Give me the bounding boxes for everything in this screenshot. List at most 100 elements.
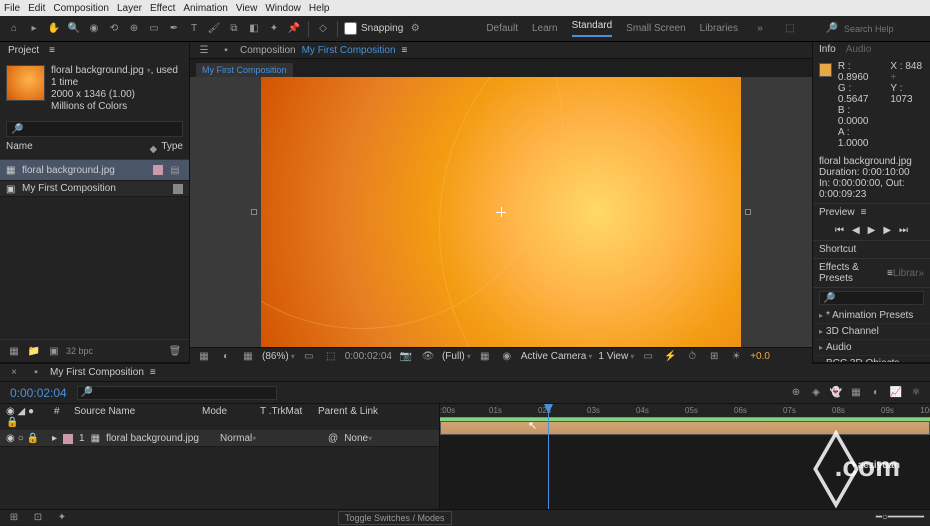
motion-blur-icon[interactable]: ◐ bbox=[868, 385, 884, 401]
label-swatch[interactable] bbox=[173, 184, 183, 194]
audio-tab[interactable]: Audio bbox=[846, 44, 872, 55]
comp-marker-icon[interactable]: ▪ bbox=[218, 42, 234, 58]
col-type[interactable]: Type bbox=[161, 141, 183, 157]
eraser-tool-icon[interactable]: ◧ bbox=[246, 21, 262, 37]
timeline-timecode[interactable]: 0:00:02:04 bbox=[0, 386, 77, 400]
info-tab[interactable]: Info bbox=[819, 44, 836, 55]
playhead[interactable] bbox=[548, 404, 549, 509]
brainstorm2-icon[interactable]: ✦ bbox=[54, 510, 70, 526]
pixel-aspect-icon[interactable]: ▭ bbox=[640, 348, 656, 364]
blend-mode-menu[interactable]: Normal ▾ bbox=[220, 433, 266, 444]
timeline-icon[interactable]: ⏱ bbox=[684, 348, 700, 364]
snapshot-icon[interactable]: 📷 bbox=[398, 348, 414, 364]
clone-tool-icon[interactable]: ⧉ bbox=[226, 21, 242, 37]
active-comp-tab[interactable]: My First Composition bbox=[196, 63, 293, 77]
toggle-switches-button[interactable]: Toggle Switches / Modes bbox=[338, 511, 452, 525]
workspace-libraries[interactable]: Libraries bbox=[700, 23, 738, 34]
menu-file[interactable]: File bbox=[4, 3, 20, 14]
workspace-small[interactable]: Small Screen bbox=[626, 23, 685, 34]
menu-view[interactable]: View bbox=[236, 3, 258, 14]
project-item[interactable]: ▦ floral background.jpg ▤ bbox=[0, 160, 189, 181]
timeline-track-area[interactable]: :00s 01s 02s 03s 04s 05s 06s 07s 08s 09s… bbox=[440, 404, 930, 509]
workspace-standard[interactable]: Standard bbox=[572, 20, 613, 37]
menu-composition[interactable]: Composition bbox=[53, 3, 109, 14]
views-menu[interactable]: 1 View ▾ bbox=[598, 351, 634, 362]
resolution-icon[interactable]: ▭ bbox=[301, 348, 317, 364]
shy-icon[interactable]: 👻 bbox=[828, 385, 844, 401]
zoom-level[interactable]: (86%) ▾ bbox=[262, 351, 295, 362]
menu-window[interactable]: Window bbox=[265, 3, 301, 14]
libraries-tab[interactable]: Librar bbox=[893, 268, 919, 279]
local-axis-icon[interactable]: ◇ bbox=[315, 21, 331, 37]
parent-menu[interactable]: None ▾ bbox=[344, 433, 372, 444]
text-tool-icon[interactable]: T bbox=[186, 21, 202, 37]
timeline-search[interactable]: 🔎 bbox=[77, 386, 277, 400]
new-folder-icon[interactable]: 📁 bbox=[26, 343, 42, 359]
workspace-learn[interactable]: Learn bbox=[532, 23, 558, 34]
menu-help[interactable]: Help bbox=[309, 3, 330, 14]
zoom-slider[interactable]: ━○━━━━━━ bbox=[876, 512, 924, 523]
bpc-toggle[interactable]: 32 bpc bbox=[66, 346, 93, 356]
asset-thumbnail[interactable] bbox=[6, 65, 45, 101]
panel-menu-icon[interactable]: ≡ bbox=[861, 207, 867, 218]
project-item[interactable]: ▣ My First Composition bbox=[0, 181, 189, 197]
next-frame-icon[interactable]: ▶ bbox=[883, 225, 891, 236]
label-swatch[interactable] bbox=[153, 165, 163, 175]
panel-menu-icon[interactable]: ≡ bbox=[150, 367, 156, 378]
timeline-tab[interactable]: My First Composition bbox=[50, 367, 144, 378]
resolution-menu[interactable]: (Full) ▾ bbox=[442, 351, 471, 362]
video-toggle-icon[interactable]: ◉ bbox=[6, 433, 15, 444]
layer-handle-left[interactable] bbox=[251, 209, 257, 215]
time-ruler[interactable]: :00s 01s 02s 03s 04s 05s 06s 07s 08s 09s… bbox=[440, 404, 930, 418]
workspace-overflow-icon[interactable]: » bbox=[752, 21, 768, 37]
twirl-icon[interactable]: ▸ bbox=[52, 433, 57, 444]
project-tab[interactable]: Project bbox=[8, 45, 39, 56]
snapping-checkbox[interactable] bbox=[344, 22, 357, 35]
orbit-tool-icon[interactable]: ◉ bbox=[86, 21, 102, 37]
composition-viewer[interactable] bbox=[190, 77, 812, 347]
menu-edit[interactable]: Edit bbox=[28, 3, 45, 14]
exposure-value[interactable]: +0.0 bbox=[750, 351, 770, 362]
menu-effect[interactable]: Effect bbox=[150, 3, 175, 14]
panel-menu-icon[interactable]: ≡ bbox=[402, 45, 408, 56]
zoom-tool-icon[interactable]: 🔍 bbox=[66, 21, 82, 37]
roto-tool-icon[interactable]: ✦ bbox=[266, 21, 282, 37]
composition-canvas[interactable] bbox=[261, 77, 741, 347]
timeline-layer-row[interactable]: ◉ ○ 🔒 ▸ 1 ▦ floral background.jpg Normal… bbox=[0, 431, 439, 447]
layer-bar[interactable] bbox=[440, 421, 930, 435]
layer-handle-right[interactable] bbox=[745, 209, 751, 215]
shape-tool-icon[interactable]: ▭ bbox=[146, 21, 162, 37]
col-name[interactable]: Name bbox=[6, 141, 145, 157]
frame-blend-icon[interactable]: ▦ bbox=[848, 385, 864, 401]
menu-animation[interactable]: Animation bbox=[183, 3, 227, 14]
flowchart-nav-icon[interactable]: ⊞ bbox=[706, 348, 722, 364]
expand-props-icon[interactable]: ⊞ bbox=[6, 510, 22, 526]
anchor-point-icon[interactable] bbox=[496, 207, 506, 217]
new-comp-icon[interactable]: ▣ bbox=[46, 343, 62, 359]
lock-toggle-icon[interactable]: 🔒 bbox=[27, 433, 39, 444]
show-snapshot-icon[interactable]: 👁 bbox=[420, 348, 436, 364]
anchor-tool-icon[interactable]: ⊕ bbox=[126, 21, 142, 37]
composition-name[interactable]: My First Composition bbox=[302, 45, 396, 56]
comp-flowchart-icon[interactable]: ⊕ bbox=[788, 385, 804, 401]
project-search-input[interactable] bbox=[23, 124, 178, 134]
lock-icon[interactable]: × bbox=[6, 365, 22, 381]
roi-icon[interactable]: ⬚ bbox=[323, 348, 339, 364]
project-search[interactable]: 🔎 bbox=[6, 121, 183, 137]
graph-editor-icon[interactable]: 📈 bbox=[888, 385, 904, 401]
brainstorm-icon[interactable]: ⚛ bbox=[908, 385, 924, 401]
puppet-tool-icon[interactable]: 📌 bbox=[286, 21, 302, 37]
effects-search-input[interactable] bbox=[835, 293, 920, 303]
search-help-input[interactable] bbox=[844, 24, 924, 34]
effects-presets-tab[interactable]: Effects & Presets bbox=[819, 262, 881, 284]
first-frame-icon[interactable]: ⏮ bbox=[835, 225, 844, 236]
interpret-footage-icon[interactable]: ▦ bbox=[6, 343, 22, 359]
menu-layer[interactable]: Layer bbox=[117, 3, 142, 14]
overflow-icon[interactable]: » bbox=[918, 268, 924, 279]
brush-tool-icon[interactable]: 🖌 bbox=[206, 21, 222, 37]
effects-search[interactable]: 🔎 bbox=[819, 291, 924, 305]
flowchart-icon[interactable]: ☰ bbox=[196, 42, 212, 58]
play-icon[interactable]: ▶ bbox=[868, 225, 876, 236]
mask-toggle-icon[interactable]: ◐ bbox=[218, 348, 234, 364]
solo-toggle-icon[interactable]: ○ bbox=[18, 433, 24, 444]
